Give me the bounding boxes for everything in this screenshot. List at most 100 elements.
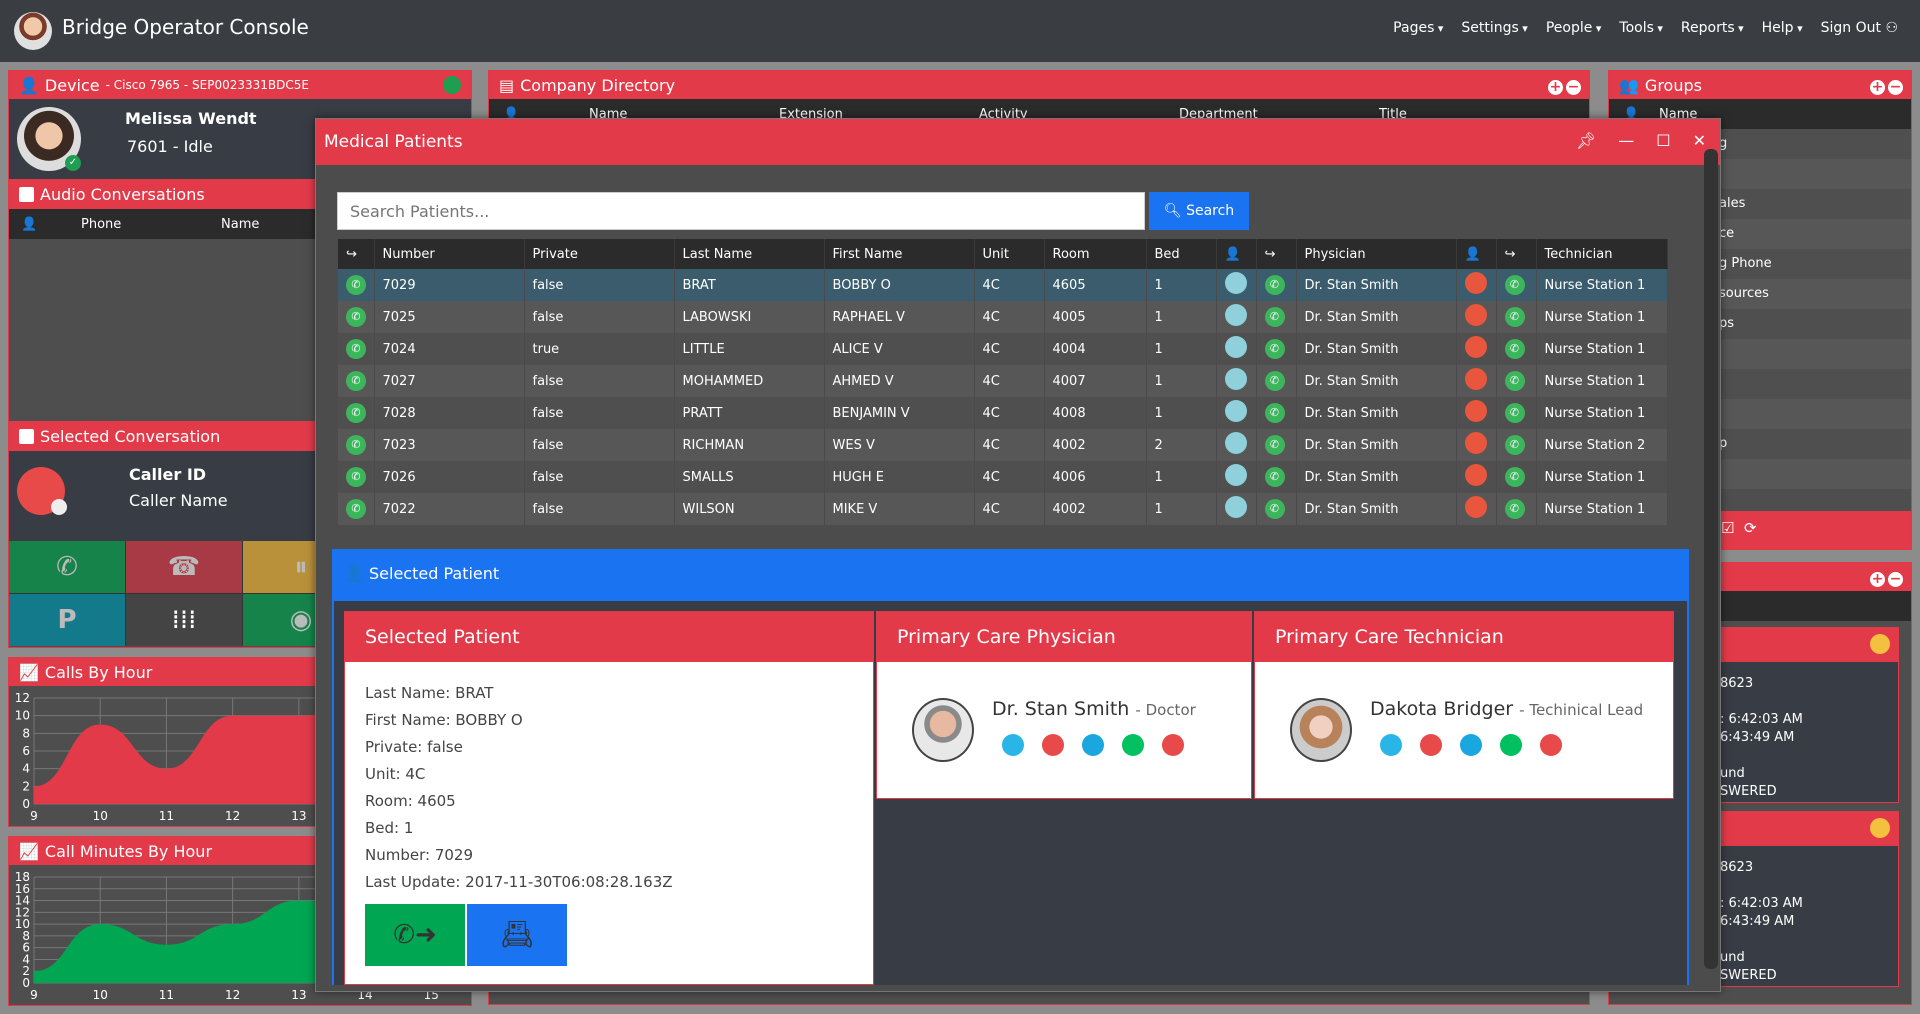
checkbox-icon[interactable]: ☑ (1721, 519, 1734, 537)
call-technician-icon[interactable]: ✆ (1504, 435, 1525, 455)
call-icon[interactable]: ✆ (346, 467, 366, 487)
patient-card-title: Selected Patient (345, 612, 873, 662)
patient-row[interactable]: ✆ 7022 false WILSON MIKE V 4C 4002 1 ✆ Dr. Stan S… (338, 493, 1668, 525)
modal-header[interactable]: Medical Patients 📌︎ — ☐ ✕ (316, 119, 1720, 165)
col-room[interactable]: Room (1044, 239, 1147, 269)
cell-last-name: BRAT (674, 269, 825, 301)
col-private[interactable]: Private (524, 239, 675, 269)
call-physician-icon[interactable]: ✆ (1264, 339, 1285, 359)
call-technician-icon[interactable]: ✆ (1504, 275, 1525, 295)
transfer-call-button[interactable]: ✆➜ (365, 904, 465, 966)
col-phone[interactable]: Phone (69, 217, 209, 232)
hangup-button[interactable]: ☎ (126, 541, 242, 593)
call-technician-icon[interactable]: ✆ (1504, 499, 1525, 519)
queue-icon (1870, 634, 1890, 654)
patient-row[interactable]: ✆ 7025 false LABOWSKI RAPHAEL V 4C 4005 1 ✆ Dr. S… (338, 301, 1668, 333)
col-physician[interactable]: Physician (1296, 239, 1457, 269)
technician-avatar-icon (1464, 304, 1487, 326)
call-technician-icon[interactable]: ✆ (1504, 467, 1525, 487)
nav-people[interactable]: People (1546, 20, 1602, 36)
call-technician-icon[interactable]: ✆ (1504, 371, 1525, 391)
call-icon[interactable]: ✆ (346, 403, 366, 423)
y-tick-label: 4 (22, 762, 30, 776)
call-physician-icon[interactable]: ✆ (1264, 371, 1285, 391)
col-name[interactable]: Name (209, 217, 259, 232)
patient-row[interactable]: ✆ 7026 false SMALLS HUGH E 4C 4006 1 ✆ Dr. Stan S… (338, 461, 1668, 493)
col-technician[interactable]: Technician (1536, 239, 1668, 269)
sign-out-link[interactable]: Sign Out ⚇ (1821, 20, 1898, 36)
y-tick-label: 18 (15, 870, 30, 884)
profile-icon[interactable] (1380, 734, 1402, 756)
col-number[interactable]: Number (374, 239, 525, 269)
answer-button[interactable]: ✆ (9, 541, 125, 593)
remove-icon[interactable]: − (1566, 79, 1581, 95)
call-icon[interactable]: ✆ (346, 307, 366, 327)
call-physician-icon[interactable]: ✆ (1264, 467, 1285, 487)
call-technician-icon[interactable]: ✆ (1504, 339, 1525, 359)
call-icon[interactable]: ✆ (346, 371, 366, 391)
remove-icon[interactable]: − (1888, 79, 1903, 95)
add-icon[interactable]: + (1870, 79, 1885, 95)
patient-row[interactable]: ✆ 7028 false PRATT BENJAMIN V 4C 4008 1 ✆ Dr. Sta… (338, 397, 1668, 429)
cell-room: 4008 (1044, 397, 1147, 429)
cell-private: false (524, 269, 675, 301)
nav-pages[interactable]: Pages (1393, 20, 1443, 36)
call-physician-icon[interactable]: ✆ (1264, 435, 1285, 455)
close-icon[interactable]: ✕ (1693, 131, 1706, 150)
call-icon[interactable]: ✆ (346, 339, 366, 359)
call-physician-icon[interactable]: ✆ (1264, 275, 1285, 295)
cell-physician: Dr. Stan Smith (1296, 269, 1457, 301)
nav-reports[interactable]: Reports (1681, 20, 1744, 36)
chat-icon[interactable] (1420, 734, 1442, 756)
patient-row[interactable]: ✆ 7029 false BRAT BOBBY O 4C 4605 1 ✆ Dr. Stan Sm… (338, 269, 1668, 301)
call-physician-icon[interactable]: ✆ (1264, 307, 1285, 327)
nav-settings[interactable]: Settings (1461, 20, 1527, 36)
chat-icon[interactable] (1042, 734, 1064, 756)
patient-row[interactable]: ✆ 7027 false MOHAMMED AHMED V 4C 4007 1 ✆ Dr. Sta… (338, 365, 1668, 397)
col-first-name[interactable]: First Name (824, 239, 975, 269)
search-button[interactable]: 🔍︎ Search (1149, 192, 1249, 230)
add-icon[interactable]: + (1548, 79, 1563, 95)
call-technician-icon[interactable]: ✆ (1504, 307, 1525, 327)
col-unit[interactable]: Unit (974, 239, 1045, 269)
col-bed[interactable]: Bed (1146, 239, 1217, 269)
search-patients-input[interactable] (337, 192, 1145, 230)
maximize-icon[interactable]: ☐ (1656, 131, 1670, 150)
cell-private: false (524, 397, 675, 429)
park-button[interactable]: P (9, 594, 125, 646)
call-card-t2: 6:43:49 AM (1720, 914, 1795, 929)
queue-icon (1870, 818, 1890, 838)
group-icon[interactable] (1540, 734, 1562, 756)
profile-icon[interactable] (1002, 734, 1024, 756)
refresh-icon[interactable]: ⟳ (1744, 519, 1757, 537)
cell-number: 7026 (374, 461, 525, 493)
nav-help[interactable]: Help (1762, 20, 1803, 36)
call-chat-icon[interactable] (1082, 734, 1104, 756)
call-icon[interactable]: ✆ (346, 435, 366, 455)
minimize-icon[interactable]: — (1618, 131, 1634, 150)
remove-icon[interactable]: − (1888, 571, 1903, 587)
call-forward-icon[interactable] (1500, 734, 1522, 756)
physician-avatar-icon (1224, 464, 1247, 486)
x-tick-label: 13 (291, 809, 306, 823)
modal-scrollbar[interactable] (1704, 149, 1718, 969)
call-forward-icon[interactable] (1122, 734, 1144, 756)
nav-tools[interactable]: Tools (1619, 20, 1663, 36)
contact-card-button[interactable]: 📇︎ (467, 904, 567, 966)
device-user-name: Melissa Wendt (125, 109, 257, 128)
keypad-button[interactable]: ⁞⁞⁞ (126, 594, 242, 646)
call-icon[interactable]: ✆ (346, 499, 366, 519)
call-technician-icon[interactable]: ✆ (1504, 403, 1525, 423)
call-physician-icon[interactable]: ✆ (1264, 403, 1285, 423)
patient-row[interactable]: ✆ 7023 false RICHMAN WES V 4C 4002 2 ✆ Dr. Stan S… (338, 429, 1668, 461)
call-physician-icon[interactable]: ✆ (1264, 499, 1285, 519)
group-icon[interactable] (1162, 734, 1184, 756)
call-icon[interactable]: ✆ (346, 275, 366, 295)
col-last-name[interactable]: Last Name (674, 239, 825, 269)
call-chat-icon[interactable] (1460, 734, 1482, 756)
top-nav: Bridge Operator Console Pages Settings P… (0, 0, 1920, 62)
cloud-status-icon[interactable] (443, 76, 461, 94)
patient-row[interactable]: ✆ 7024 true LITTLE ALICE V 4C 4004 1 ✆ Dr. Stan S… (338, 333, 1668, 365)
pin-icon[interactable]: 📌︎ (1576, 131, 1596, 150)
add-icon[interactable]: + (1870, 571, 1885, 587)
